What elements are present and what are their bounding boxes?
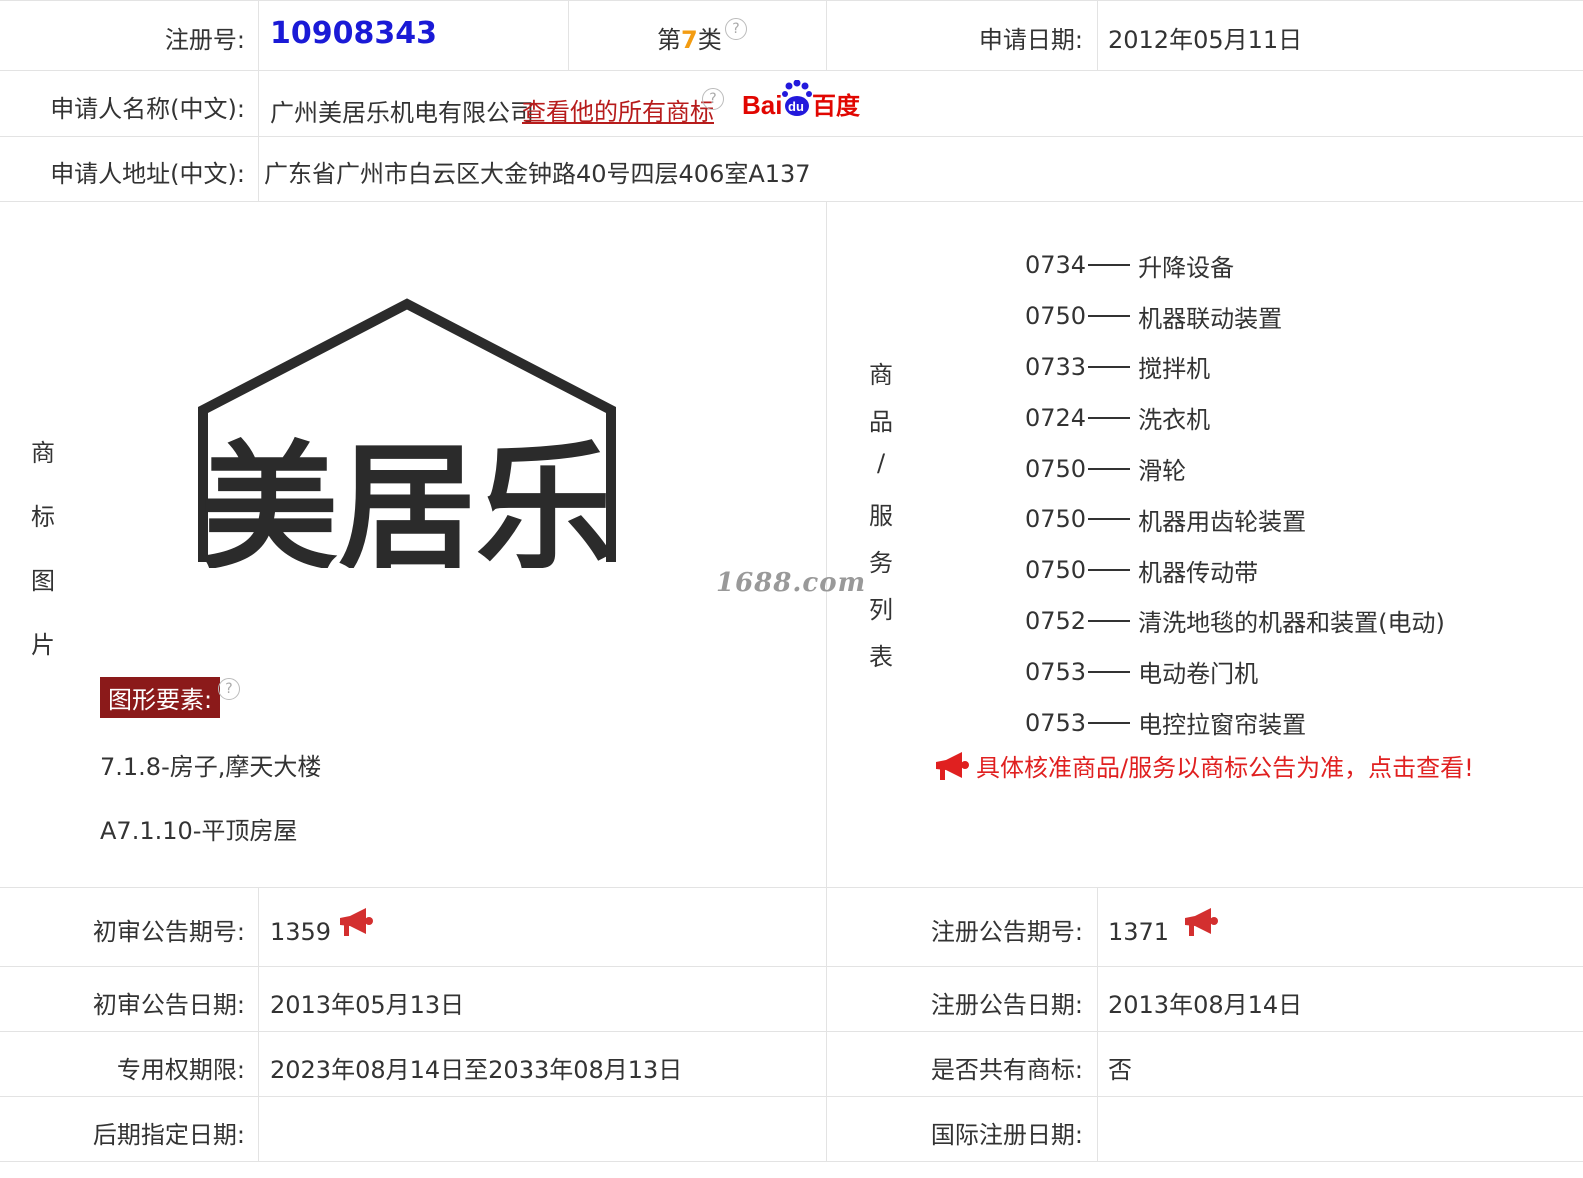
- megaphone-icon[interactable]: [1181, 906, 1219, 938]
- row-divider: [0, 201, 1583, 202]
- announcement-notice-link[interactable]: 具体核准商品/服务以商标公告为准，点击查看!: [932, 748, 1474, 783]
- prelim-date-value: 2013年05月13日: [270, 991, 465, 1019]
- prelim-no-label: 初审公告期号:: [92, 918, 245, 946]
- baidu-search-button[interactable]: Bai du 百度: [742, 79, 862, 124]
- apply-date-label: 申请日期:: [978, 26, 1083, 54]
- graphic-element-item: A7.1.10-平顶房屋: [100, 817, 298, 845]
- help-icon[interactable]: ?: [702, 88, 724, 110]
- reg-no-label: 注册号:: [164, 26, 245, 54]
- goods-side-label: 商 品 / 服 务 列 表: [869, 361, 893, 671]
- applicant-address-value: 广东省广州市白云区大金钟路40号四层406室A137: [264, 160, 811, 188]
- class-suffix: 类: [697, 26, 722, 54]
- reg-date-label: 注册公告日期:: [930, 991, 1083, 1019]
- reg-no-value: 10908343: [270, 16, 437, 51]
- goods-item: 0750 滑轮: [1025, 454, 1187, 486]
- goods-item: 0750 机器传动带: [1025, 556, 1259, 587]
- trademark-image-side-label: 商 标 图 片: [31, 439, 55, 659]
- column-divider: [568, 0, 569, 70]
- prelim-date-label: 初审公告日期:: [92, 991, 245, 1019]
- intl-reg-date-label: 国际注册日期:: [930, 1121, 1083, 1149]
- row-divider: [0, 1161, 1583, 1162]
- baidu-logo-icon: Bai du 百度: [742, 79, 861, 120]
- column-divider: [258, 887, 259, 1161]
- goods-item: 0734 升降设备: [1025, 251, 1235, 282]
- goods-item: 0753 电控拉窗帘装置: [1025, 708, 1307, 740]
- graphic-element-item: 7.1.8-房子,摩天大楼: [100, 753, 322, 781]
- row-divider: [0, 966, 1583, 967]
- applicant-address-label: 申请人地址(中文):: [50, 160, 245, 188]
- goods-item: 0750 机器用齿轮装置: [1025, 505, 1307, 536]
- help-icon[interactable]: ?: [218, 678, 240, 700]
- reg-date-value: 2013年08月14日: [1108, 991, 1303, 1019]
- shared-trademark-value: 否: [1108, 1056, 1132, 1084]
- prelim-no-value: 1359: [270, 918, 332, 946]
- row-divider: [0, 70, 1583, 71]
- reg-announce-no-label: 注册公告期号:: [930, 918, 1083, 946]
- goods-item: 0724 洗衣机: [1025, 403, 1211, 435]
- exclusive-period-value: 2023年08月14日至2033年08月13日: [270, 1056, 683, 1084]
- applicant-name-value: 广州美居乐机电有限公司: [270, 99, 534, 127]
- goods-list: 0734 升降设备 0750 机器联动装置 0733 搅拌机 0724 洗衣机 0750…: [1025, 240, 1445, 748]
- shared-trademark-label: 是否共有商标:: [930, 1056, 1083, 1084]
- svg-text:Bai: Bai: [742, 90, 782, 120]
- trademark-logo: 美居乐: [198, 298, 616, 568]
- svg-text:百度: 百度: [812, 92, 861, 120]
- svg-text:美居乐: 美居乐: [200, 428, 614, 568]
- class-number: 7: [681, 26, 698, 54]
- goods-item: 0733 搅拌机: [1025, 352, 1211, 384]
- column-divider: [826, 201, 827, 1161]
- notice-text: 具体核准商品/服务以商标公告为准，点击查看!: [976, 754, 1474, 782]
- later-designation-label: 后期指定日期:: [92, 1121, 245, 1149]
- column-divider: [1097, 887, 1098, 1161]
- class-prefix: 第: [657, 26, 681, 54]
- row-divider: [0, 887, 1583, 888]
- apply-date-value: 2012年05月11日: [1108, 26, 1303, 54]
- row-divider: [0, 136, 1583, 137]
- goods-item: 0753 电动卷门机: [1025, 657, 1259, 689]
- help-icon[interactable]: ?: [725, 18, 747, 40]
- class-label: 第7类: [657, 20, 722, 55]
- megaphone-icon[interactable]: [336, 906, 374, 938]
- watermark: 1688.com: [716, 568, 867, 598]
- view-all-trademarks-link[interactable]: 查看他的所有商标: [522, 92, 714, 127]
- column-divider: [1097, 0, 1098, 70]
- goods-item: 0750 机器联动装置: [1025, 302, 1283, 333]
- reg-announce-no-value: 1371: [1108, 918, 1170, 946]
- megaphone-icon: [936, 751, 969, 780]
- applicant-name-label: 申请人名称(中文):: [50, 95, 245, 123]
- exclusive-period-label: 专用权期限:: [116, 1056, 245, 1084]
- graphic-elements-label: 图形要素:: [100, 677, 221, 718]
- column-divider: [826, 0, 827, 70]
- row-divider: [0, 1096, 1583, 1097]
- row-divider: [0, 0, 1583, 1]
- column-divider: [258, 0, 259, 201]
- goods-item: 0752 清洗地毯的机器和装置(电动): [1025, 606, 1445, 638]
- row-divider: [0, 1031, 1583, 1032]
- svg-text:du: du: [788, 99, 804, 114]
